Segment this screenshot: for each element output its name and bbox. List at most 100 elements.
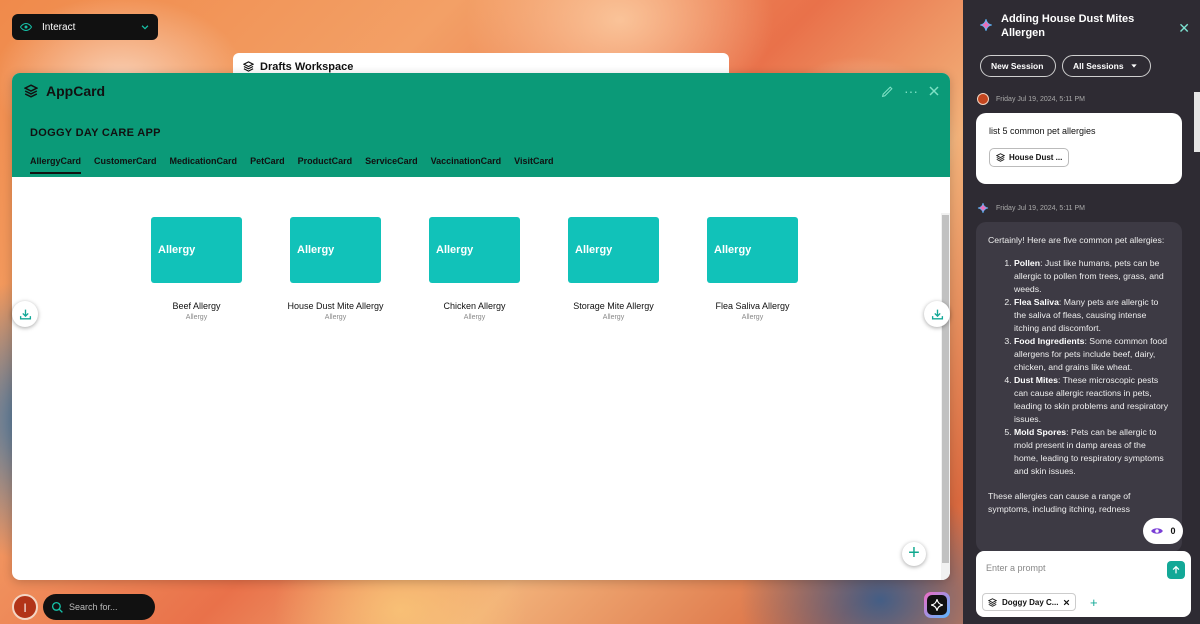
user-avatar[interactable]: I (12, 594, 38, 620)
search-input[interactable] (69, 602, 149, 612)
tab-vaccinationcard[interactable]: VaccinationCard (431, 156, 502, 174)
allergy-card[interactable]: Allergy House Dust Mite Allergy Allergy (287, 217, 384, 321)
app-title: AppCard (24, 83, 105, 99)
card-subtitle: Allergy (463, 314, 486, 321)
layers-icon (243, 61, 254, 72)
list-item: Dust Mites: These microscopic pests can … (1014, 374, 1170, 426)
tab-allergycard[interactable]: AllergyCard (30, 156, 82, 174)
more-options-icon[interactable]: ··· (904, 83, 918, 99)
chat-scrollbar[interactable] (1194, 92, 1200, 152)
drafts-workspace-title: Drafts Workspace (260, 61, 354, 73)
card-title: Beef Allergy (172, 301, 221, 311)
allergy-card[interactable]: Allergy Chicken Allergy Allergy (429, 217, 520, 321)
allergy-card[interactable]: Allergy Flea Saliva Allergy Allergy (707, 217, 798, 321)
ai-message-bubble: Certainly! Here are five common pet alle… (976, 222, 1182, 552)
list-item: Pollen: Just like humans, pets can be al… (1014, 257, 1170, 296)
reaction-icon (1151, 528, 1164, 534)
assistant-logo-icon (977, 202, 989, 214)
ai-assistant-button[interactable] (924, 592, 950, 618)
user-message-bubble: list 5 common pet allergies House Dust .… (976, 113, 1182, 184)
download-tray-icon (931, 309, 943, 320)
allergy-card[interactable]: Allergy Beef Allergy Allergy (151, 217, 242, 321)
card-subtitle: Allergy (185, 314, 208, 321)
new-session-button[interactable]: New Session (980, 55, 1056, 77)
tab-petcard[interactable]: PetCard (250, 156, 285, 174)
layers-icon (996, 153, 1005, 162)
tab-visitcard[interactable]: VisitCard (514, 156, 553, 174)
card-thumbnail: Allergy (707, 217, 798, 283)
download-tray-icon (19, 309, 31, 320)
tab-productcard[interactable]: ProductCard (298, 156, 353, 174)
user-message-meta: Friday Jul 19, 2024, 5:11 PM (977, 93, 1085, 105)
attachment-chip[interactable]: House Dust ... (989, 148, 1070, 167)
header-actions: ··· (881, 83, 940, 99)
ai-message-outro: These allergies can cause a range of sym… (988, 491, 1131, 514)
layers-icon (988, 597, 997, 607)
search-icon (51, 601, 63, 613)
card-subtitle: Allergy (741, 314, 764, 321)
card-title: House Dust Mite Allergy (287, 301, 384, 311)
tab-servicecard[interactable]: ServiceCard (365, 156, 418, 174)
vertical-scrollbar[interactable] (941, 213, 950, 580)
allergy-card[interactable]: Allergy Storage Mite Allergy Allergy (568, 217, 659, 321)
context-chip[interactable]: Doggy Day C... (982, 593, 1077, 611)
user-message-text: list 5 common pet allergies (989, 126, 1096, 136)
all-sessions-label: All Sessions (1073, 61, 1124, 71)
tab-medicationcard[interactable]: MedicationCard (170, 156, 238, 174)
app-card-window: AppCard ··· DOGGY DAY CARE APP AllergyCa… (12, 73, 950, 580)
send-button[interactable] (1167, 561, 1185, 579)
card-body: Allergy Beef Allergy Allergy Allergy Hou… (12, 177, 950, 580)
list-item: Flea Saliva: Many pets are allergic to t… (1014, 296, 1170, 335)
card-thumbnail: Allergy (429, 217, 520, 283)
new-session-label: New Session (991, 61, 1044, 71)
ai-message-meta: Friday Jul 19, 2024, 5:11 PM (977, 202, 1085, 214)
attachment-label: House Dust ... (1009, 153, 1063, 162)
layers-icon (24, 84, 38, 98)
allergy-list: Pollen: Just like humans, pets can be al… (988, 257, 1170, 478)
arrow-up-icon (1172, 565, 1180, 574)
add-card-button[interactable]: + (902, 542, 926, 566)
prompt-box[interactable]: Enter a prompt Doggy Day C... + (976, 551, 1191, 617)
card-subtitle: Allergy (602, 314, 625, 321)
import-left-button[interactable] (12, 301, 38, 327)
chat-panel: Adding House Dust Mites Allergen ✕ New S… (963, 0, 1200, 624)
scrollbar-thumb[interactable] (942, 215, 949, 563)
ai-message-intro: Certainly! Here are five common pet alle… (988, 235, 1165, 245)
caret-down-icon (1130, 64, 1137, 68)
all-sessions-dropdown[interactable]: All Sessions (1062, 55, 1151, 77)
user-message-timestamp: Friday Jul 19, 2024, 5:11 PM (996, 95, 1085, 103)
allergy-card-grid: Allergy Beef Allergy Allergy Allergy Hou… (151, 217, 798, 321)
card-subtitle: Allergy (324, 314, 347, 321)
tab-customercard[interactable]: CustomerCard (94, 156, 157, 174)
card-title: Flea Saliva Allergy (715, 301, 790, 311)
reaction-count: 0 (1170, 526, 1176, 536)
card-title: Chicken Allergy (443, 301, 506, 311)
app-name: DOGGY DAY CARE APP (30, 127, 161, 139)
assistant-logo-icon (980, 19, 992, 31)
mode-selector-label: Interact (42, 21, 76, 33)
chevron-down-icon (141, 25, 149, 30)
list-item: Mold Spores: Pets can be allergic to mol… (1014, 426, 1170, 478)
chat-title: Adding House Dust Mites Allergen (1001, 13, 1135, 39)
mode-selector[interactable]: Interact (12, 14, 158, 40)
import-right-button[interactable] (924, 301, 950, 327)
context-chip-label: Doggy Day C... (1002, 597, 1059, 607)
card-type-tabs: AllergyCard CustomerCard MedicationCard … (30, 156, 554, 174)
card-thumbnail: Allergy (568, 217, 659, 283)
eye-icon (20, 22, 32, 32)
user-avatar-icon (977, 93, 989, 105)
search-bar[interactable] (43, 594, 155, 620)
pencil-icon[interactable] (881, 85, 894, 98)
close-icon[interactable] (1063, 599, 1070, 606)
prompt-input[interactable]: Enter a prompt (986, 563, 1046, 573)
add-context-button[interactable]: + (1090, 595, 1098, 610)
list-item: Food Ingredients: Some common food aller… (1014, 335, 1170, 374)
card-title: Storage Mite Allergy (573, 301, 654, 311)
card-thumbnail: Allergy (290, 217, 381, 283)
reaction-counter[interactable]: 0 (1143, 518, 1183, 544)
close-icon[interactable] (928, 85, 940, 97)
app-title-text: AppCard (46, 83, 106, 99)
sparkle-icon (931, 599, 943, 611)
close-icon[interactable]: ✕ (1178, 20, 1190, 37)
ai-message-timestamp: Friday Jul 19, 2024, 5:11 PM (996, 204, 1085, 212)
